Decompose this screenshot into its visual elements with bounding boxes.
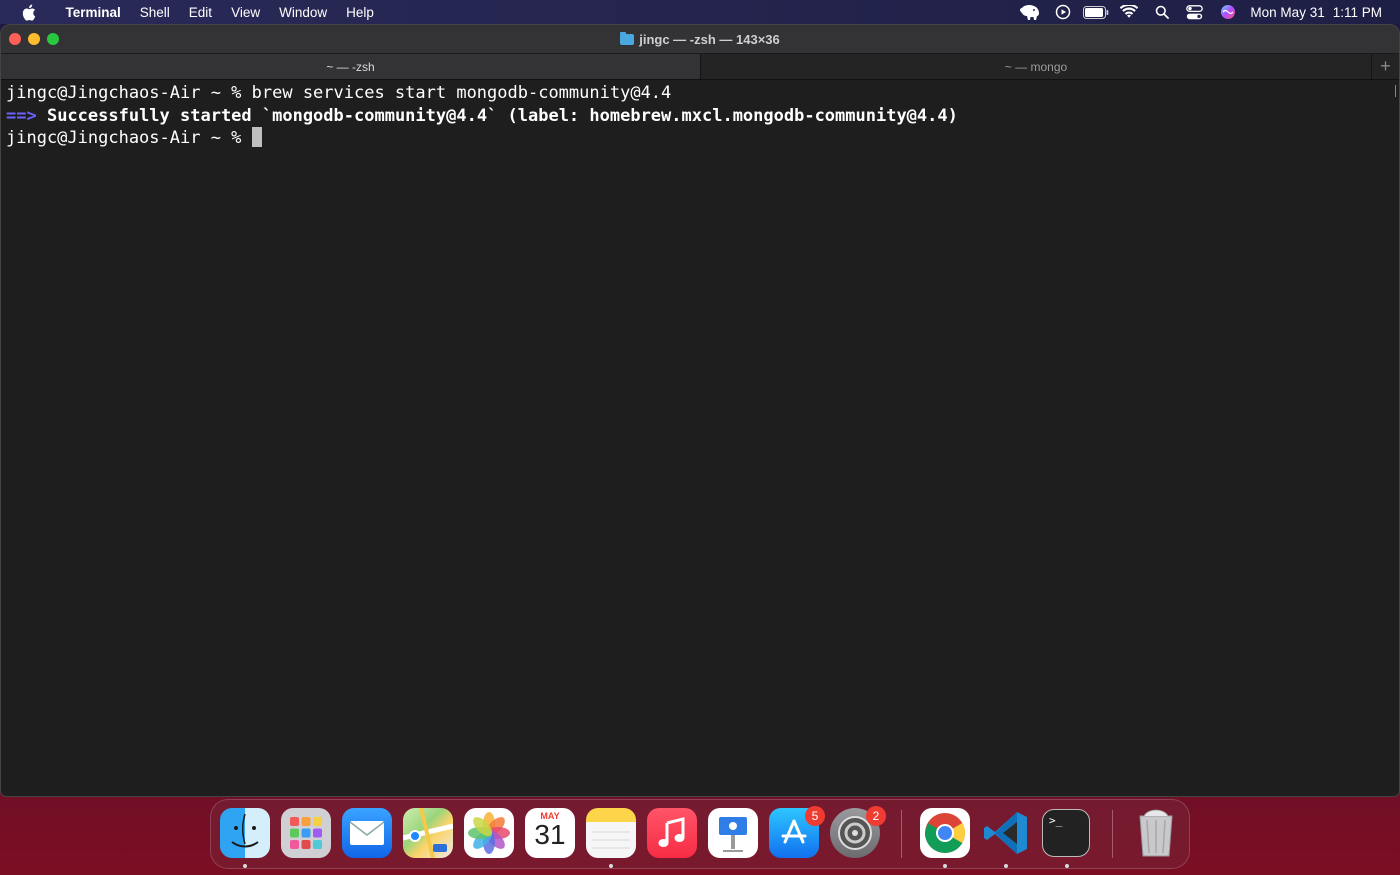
dock-separator xyxy=(1112,810,1113,858)
calendar-icon[interactable]: MAY 31 xyxy=(525,808,575,858)
trash-icon[interactable] xyxy=(1131,808,1181,858)
wifi-icon[interactable] xyxy=(1112,0,1145,24)
minimize-window-button[interactable] xyxy=(28,33,40,45)
tab-mongo[interactable]: ~ — mongo xyxy=(700,54,1372,79)
terminal-line-1: jingc@Jingchaos-Air ~ % brew services st… xyxy=(6,82,1394,105)
window-titlebar[interactable]: jingc — -zsh — 143×36 xyxy=(1,25,1399,53)
menu-edit[interactable]: Edit xyxy=(179,5,221,20)
brew-arrow: ==> xyxy=(6,105,37,126)
battery-icon[interactable] xyxy=(1079,0,1112,24)
maps-icon[interactable] xyxy=(403,808,453,858)
keynote-icon[interactable] xyxy=(708,808,758,858)
shell-prompt: jingc@Jingchaos-Air ~ % xyxy=(6,83,252,103)
photos-icon[interactable] xyxy=(464,808,514,858)
chrome-icon[interactable] xyxy=(920,808,970,858)
dock-separator xyxy=(901,810,902,858)
terminal-window: jingc — -zsh — 143×36 ~ — -zsh ~ — mongo… xyxy=(0,24,1400,797)
tab-bar: ~ — -zsh ~ — mongo + xyxy=(1,53,1399,80)
terminal-running-indicator xyxy=(1065,864,1069,868)
clock-day: Mon May 31 xyxy=(1250,4,1325,20)
brew-output: Successfully started `mongodb-community@… xyxy=(36,105,958,126)
terminal-line-2: ==> Successfully started `mongodb-commun… xyxy=(6,105,1394,128)
new-tab-button[interactable]: + xyxy=(1371,54,1399,79)
menu-help[interactable]: Help xyxy=(337,5,384,20)
play-circle-icon[interactable] xyxy=(1046,0,1079,24)
mail-icon[interactable] xyxy=(342,808,392,858)
finder-icon[interactable] xyxy=(220,808,270,858)
menu-bar: Terminal Shell Edit View Window Help Mon… xyxy=(0,0,1400,24)
spotlight-search-icon[interactable] xyxy=(1145,0,1178,24)
notes-icon[interactable] xyxy=(586,808,636,858)
control-center-icon[interactable] xyxy=(1178,0,1211,24)
terminal-prompt-glyph: >_ xyxy=(1049,814,1063,827)
finder-running-indicator xyxy=(243,864,247,868)
system-preferences-badge: 2 xyxy=(866,806,886,826)
menu-clock[interactable]: Mon May 31 1:11 PM xyxy=(1244,5,1400,20)
menu-view[interactable]: View xyxy=(222,5,270,20)
window-title: jingc — -zsh — 143×36 xyxy=(639,31,780,47)
tableplus-elephant-icon[interactable] xyxy=(1013,0,1046,24)
vscode-running-indicator xyxy=(1004,864,1008,868)
shell-prompt: jingc@Jingchaos-Air ~ % xyxy=(6,128,252,148)
app-store-badge: 5 xyxy=(805,806,825,826)
folder-icon xyxy=(620,31,635,45)
chrome-running-indicator xyxy=(943,864,947,868)
window-title-group: jingc — -zsh — 143×36 xyxy=(620,31,780,47)
tab-zsh[interactable]: ~ — -zsh xyxy=(1,54,700,79)
command-text: brew services start mongodb-community@4.… xyxy=(251,83,672,103)
terminal-line-3: jingc@Jingchaos-Air ~ % xyxy=(6,127,1394,150)
siri-icon[interactable] xyxy=(1211,0,1244,24)
terminal-output[interactable]: jingc@Jingchaos-Air ~ % brew services st… xyxy=(1,80,1399,152)
vscode-icon[interactable] xyxy=(981,808,1031,858)
window-controls xyxy=(9,33,59,45)
menu-window[interactable]: Window xyxy=(270,5,337,20)
calendar-day: 31 xyxy=(534,819,566,850)
menu-shell[interactable]: Shell xyxy=(130,5,179,20)
notes-running-indicator xyxy=(609,864,613,868)
apple-menu-icon[interactable] xyxy=(0,4,56,21)
music-icon[interactable] xyxy=(647,808,697,858)
text-cursor xyxy=(251,127,262,147)
zoom-window-button[interactable] xyxy=(47,33,59,45)
launchpad-icon[interactable] xyxy=(281,808,331,858)
menu-app-name[interactable]: Terminal xyxy=(56,5,130,20)
dock: MAY 31 5 2 >_ xyxy=(210,799,1190,869)
clock-time: 1:11 PM xyxy=(1332,4,1382,20)
scrollbar[interactable] xyxy=(1395,85,1396,97)
close-window-button[interactable] xyxy=(9,33,21,45)
terminal-icon[interactable]: >_ xyxy=(1042,809,1090,857)
